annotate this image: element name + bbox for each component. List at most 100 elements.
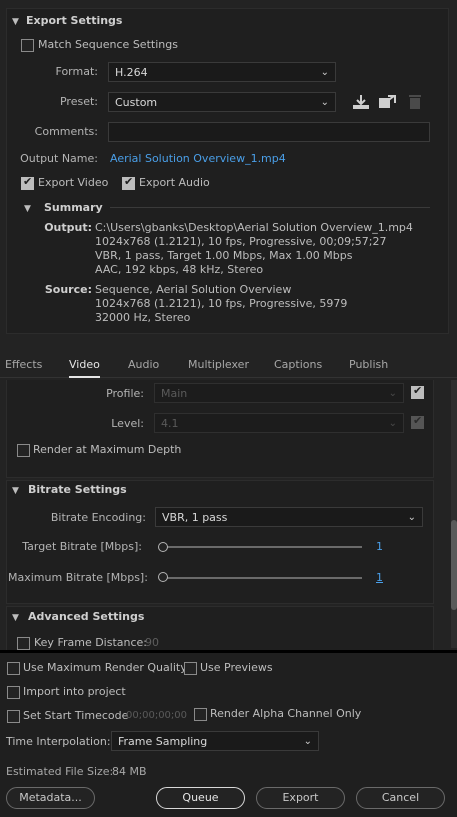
level-match-checkbox: [411, 414, 424, 429]
match-sequence-label: Match Sequence Settings: [38, 38, 178, 51]
tab-multiplexer[interactable]: Multiplexer: [188, 358, 249, 371]
comments-label: Comments:: [34, 125, 98, 138]
summary-divider: [110, 207, 430, 208]
bitrate-settings-header[interactable]: ▼ Bitrate Settings: [12, 483, 127, 496]
scrollbar-thumb[interactable]: [451, 520, 457, 610]
max-bitrate-track[interactable]: [162, 577, 362, 579]
match-sequence-checkbox[interactable]: [21, 39, 34, 52]
delete-preset-icon[interactable]: [408, 93, 422, 110]
chevron-down-icon: ▼: [12, 486, 19, 496]
key-frame-checkbox[interactable]: [17, 637, 30, 650]
render-max-depth-label: Render at Maximum Depth: [33, 443, 182, 456]
estimated-size-label: Estimated File Size:: [6, 765, 114, 778]
output-name-label: Output Name:: [20, 152, 98, 165]
chevron-down-icon: ⌄: [388, 418, 397, 429]
render-max-depth-checkbox[interactable]: [17, 444, 30, 457]
export-settings-header[interactable]: ▼ Export Settings: [12, 14, 122, 27]
summary-source-label: Source:: [44, 283, 92, 296]
level-select: 4.1 ⌄: [154, 413, 404, 433]
max-bitrate-value[interactable]: 1: [376, 571, 383, 584]
metadata-button[interactable]: Metadata...: [6, 787, 95, 809]
preset-value: Custom: [115, 96, 158, 109]
time-interpolation-select[interactable]: Frame Sampling ⌄: [111, 731, 319, 751]
time-interpolation-value: Frame Sampling: [118, 735, 208, 748]
summary-header[interactable]: ▼ Summary: [24, 201, 103, 214]
profile-match-checkbox[interactable]: [411, 384, 424, 399]
target-bitrate-slider[interactable]: [158, 542, 168, 552]
key-frame-value: 90: [145, 636, 159, 649]
chevron-down-icon: ▼: [12, 17, 19, 27]
summary-output-line: AAC, 192 kbps, 48 kHz, Stereo: [95, 263, 264, 276]
use-max-render-checkbox[interactable]: [7, 662, 20, 675]
output-name-link[interactable]: Aerial Solution Overview_1.mp4: [110, 152, 286, 165]
render-alpha-checkbox[interactable]: [194, 708, 207, 721]
chevron-down-icon: ⌄: [320, 67, 329, 78]
export-video-checkbox[interactable]: [21, 175, 34, 190]
tab-effects[interactable]: Effects: [5, 358, 42, 371]
chevron-down-icon: ⌄: [303, 736, 312, 747]
start-timecode-value: 00;00;00;00: [126, 710, 188, 721]
summary-output-line: VBR, 1 pass, Target 1.00 Mbps, Max 1.00 …: [95, 249, 353, 262]
use-previews-label: Use Previews: [200, 661, 273, 674]
max-bitrate-slider[interactable]: [158, 572, 168, 582]
format-select[interactable]: H.264 ⌄: [108, 62, 336, 82]
export-video-label: Export Video: [38, 176, 109, 189]
import-preset-icon[interactable]: [378, 94, 396, 110]
set-start-timecode-label: Set Start Timecode: [23, 709, 129, 722]
preset-select[interactable]: Custom ⌄: [108, 92, 336, 112]
profile-label: Profile:: [106, 387, 144, 400]
profile-select: Main ⌄: [154, 383, 404, 403]
summary-source-block: Sequence, Aerial Solution Overview 1024x…: [95, 283, 347, 325]
summary-output-line: C:\Users\gbanks\Desktop\Aerial Solution …: [95, 221, 413, 234]
export-settings-title: Export Settings: [26, 14, 123, 27]
key-frame-label: Key Frame Distance:: [34, 636, 148, 649]
profile-value: Main: [161, 387, 188, 400]
time-interpolation-label: Time Interpolation:: [6, 735, 111, 748]
bitrate-encoding-value: VBR, 1 pass: [162, 511, 228, 524]
summary-output-block: C:\Users\gbanks\Desktop\Aerial Solution …: [95, 221, 413, 277]
export-button[interactable]: Export: [256, 787, 345, 809]
settings-tabs: Effects Video Audio Multiplexer Captions…: [0, 352, 457, 378]
tab-audio[interactable]: Audio: [128, 358, 159, 371]
tab-captions[interactable]: Captions: [274, 358, 322, 371]
import-project-label: Import into project: [23, 685, 126, 698]
level-label: Level:: [111, 417, 144, 430]
summary-output-label: Output:: [44, 221, 92, 234]
format-label: Format:: [55, 65, 98, 78]
bitrate-encoding-label: Bitrate Encoding:: [50, 511, 146, 524]
target-bitrate-label: Target Bitrate [Mbps]:: [22, 540, 142, 553]
chevron-down-icon: ⌄: [320, 97, 329, 108]
summary-source-line: 1024x768 (1.2121), 10 fps, Progressive, …: [95, 297, 348, 310]
chevron-down-icon: ▼: [12, 613, 19, 623]
tab-publish[interactable]: Publish: [349, 358, 388, 371]
cancel-button[interactable]: Cancel: [356, 787, 445, 809]
set-start-timecode-checkbox[interactable]: [7, 710, 20, 723]
advanced-settings-title: Advanced Settings: [28, 610, 145, 623]
summary-source-line: Sequence, Aerial Solution Overview: [95, 283, 292, 296]
bitrate-encoding-select[interactable]: VBR, 1 pass ⌄: [155, 507, 423, 527]
chevron-down-icon: ⌄: [407, 512, 416, 523]
render-alpha-label: Render Alpha Channel Only: [210, 707, 362, 720]
chevron-down-icon: ▼: [24, 204, 31, 214]
summary-source-line: 32000 Hz, Stereo: [95, 311, 191, 324]
target-bitrate-value[interactable]: 1: [376, 540, 383, 553]
target-bitrate-track[interactable]: [162, 546, 362, 548]
summary-output-line: 1024x768 (1.2121), 10 fps, Progressive, …: [95, 235, 387, 248]
use-max-render-label: Use Maximum Render Quality: [23, 661, 187, 674]
chevron-down-icon: ⌄: [388, 388, 397, 399]
import-project-checkbox[interactable]: [7, 686, 20, 699]
preset-label: Preset:: [59, 95, 98, 108]
estimated-size-value: 84 MB: [112, 765, 147, 778]
use-previews-checkbox[interactable]: [184, 662, 197, 675]
level-value: 4.1: [161, 417, 179, 430]
bitrate-settings-title: Bitrate Settings: [28, 483, 127, 496]
export-audio-checkbox[interactable]: [122, 175, 135, 190]
queue-button[interactable]: Queue: [156, 787, 245, 809]
tab-video[interactable]: Video: [69, 358, 100, 378]
max-bitrate-label: Maximum Bitrate [Mbps]:: [8, 571, 148, 584]
summary-title: Summary: [44, 201, 103, 214]
advanced-settings-header[interactable]: ▼ Advanced Settings: [12, 610, 144, 623]
save-preset-icon[interactable]: [352, 94, 370, 110]
comments-input[interactable]: [108, 122, 430, 142]
export-audio-label: Export Audio: [139, 176, 210, 189]
